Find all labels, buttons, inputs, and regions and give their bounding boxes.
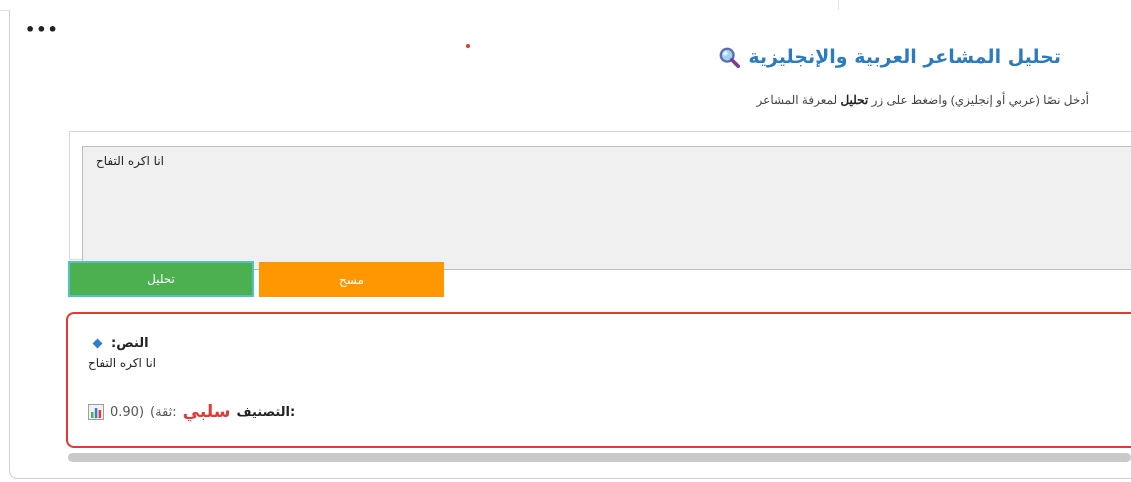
status-dot — [466, 44, 470, 48]
result-card — [66, 312, 1131, 448]
instructions-bold: تحليل — [840, 93, 869, 107]
instructions-text-end: لمعرفة المشاعر — [756, 93, 841, 107]
text-input-value: انا اكره التفاح — [96, 154, 164, 168]
classification-label: التصنيف: — [236, 404, 296, 420]
confidence-prefix: (ثقة: — [150, 404, 177, 420]
top-bar-divider — [838, 0, 839, 10]
text-input[interactable] — [82, 146, 1131, 270]
bar-chart-icon — [88, 404, 104, 420]
analyze-button[interactable]: تحليل — [68, 261, 254, 297]
page-title-text: تحليل المشاعر العربية والإنجليزية — [748, 46, 1061, 68]
more-menu-button[interactable]: ••• — [25, 20, 59, 39]
result-text-label: :النص — [92, 336, 149, 351]
magnifier-icon — [719, 47, 741, 68]
result-text-value: انا اكره التفاح — [88, 356, 156, 370]
instructions-text-start: أدخل نصًا (عربي أو إنجليزي) واضغط على زر — [868, 93, 1089, 107]
diamond-icon — [92, 338, 103, 349]
classification-value: سلبي — [182, 402, 231, 422]
confidence-value: 0.90) — [110, 404, 145, 420]
result-text-label-text: :النص — [111, 336, 149, 351]
result-classification: 0.90) (ثقة: سلبي التصنيف: — [88, 402, 295, 422]
clear-button[interactable]: مسح — [259, 262, 444, 297]
instructions: أدخل نصًا (عربي أو إنجليزي) واضغط على زر… — [757, 93, 1089, 107]
horizontal-scrollbar[interactable] — [68, 453, 1131, 462]
page-title: تحليل المشاعر العربية والإنجليزية — [718, 46, 1061, 68]
